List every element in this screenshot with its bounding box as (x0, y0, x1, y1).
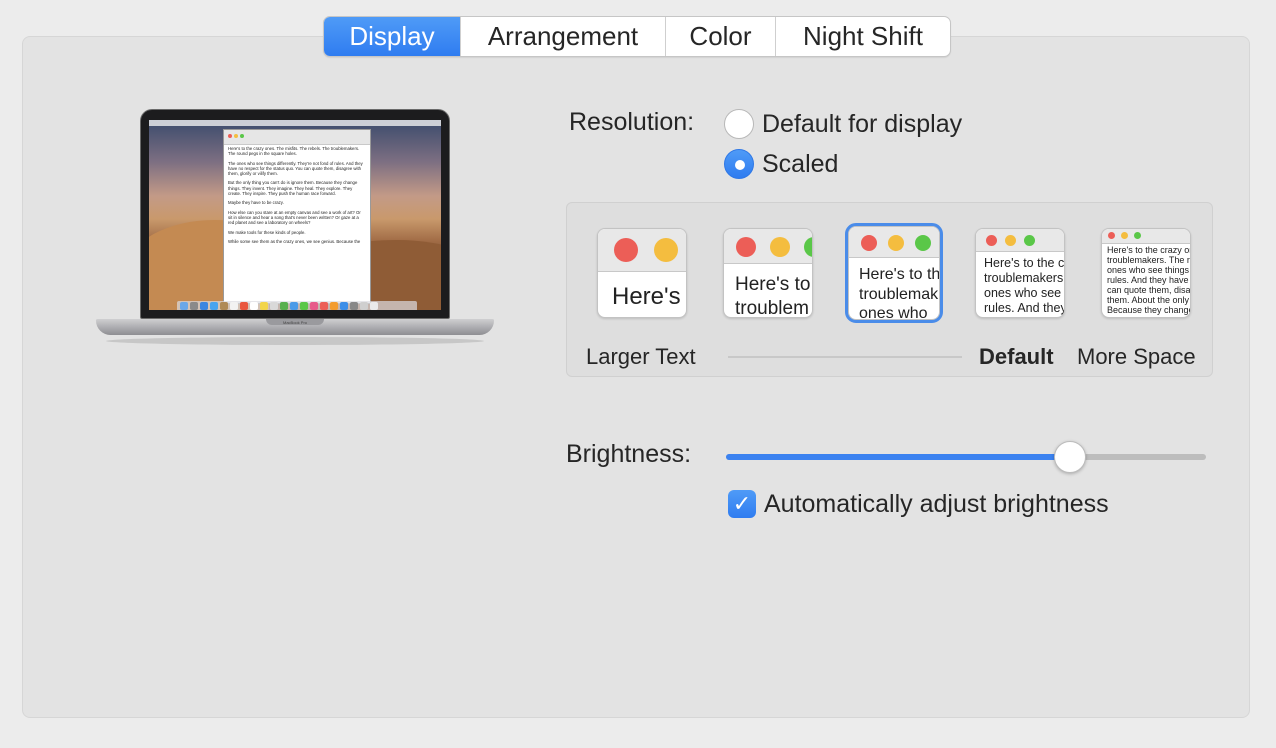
auto-brightness-label[interactable]: Automatically adjust brightness (764, 490, 1109, 519)
larger-text-label: Larger Text (586, 344, 696, 369)
doc-paragraph: We make tools for these kinds of people. (228, 229, 306, 235)
brightness-label: Brightness: (566, 440, 692, 468)
scaled-label[interactable]: Scaled (762, 150, 838, 179)
menu-bar (149, 120, 441, 126)
default-for-display-label[interactable]: Default for display (762, 110, 962, 139)
doc-paragraph: How else can you stare at an empty canva… (228, 209, 361, 226)
tab-display[interactable]: Display (324, 17, 461, 56)
default-label: Default (979, 344, 1054, 369)
resolution-label: Resolution: (569, 108, 695, 136)
radio-default-for-display[interactable] (724, 109, 754, 139)
brightness-slider-track[interactable] (726, 454, 1206, 460)
dock (177, 301, 417, 310)
thumbnail-text: Here's to the crazy ones troublemakers. … (1107, 245, 1191, 315)
more-space-label: More Space (1077, 344, 1196, 369)
doc-paragraph: While some see them as the crazy ones, w… (228, 238, 361, 244)
tab-night-shift[interactable]: Night Shift (776, 17, 950, 56)
doc-paragraph: Maybe they have to be crazy. (228, 200, 284, 206)
thumbnail-text: Here's to troublem (735, 274, 811, 318)
thumbnail-text: Here's to th troublemak ones who (859, 266, 940, 320)
doc-paragraph: But the only thing you can't do is ignor… (228, 180, 358, 197)
doc-paragraph: The ones who see things differently. The… (228, 160, 363, 177)
scale-option-default[interactable]: Here's to th troublemak ones who (845, 223, 943, 323)
brightness-slider-knob[interactable] (1053, 441, 1086, 473)
scale-option-4[interactable]: Here's to the cr troublemakers. ones who… (975, 228, 1065, 318)
laptop-lid: Here's to the crazy ones. The misfits. T… (140, 109, 450, 319)
brightness-slider-fill (726, 454, 1070, 460)
scale-option-larger-text[interactable]: Here's (597, 228, 687, 318)
display-preview-laptop: Here's to the crazy ones. The misfits. T… (96, 109, 494, 345)
thumbnail-text: Here's to the cr troublemakers. ones who… (984, 256, 1065, 315)
doc-paragraph: Here's to the crazy ones. The misfits. T… (228, 146, 360, 157)
text-document-window: Here's to the crazy ones. The misfits. T… (223, 129, 371, 304)
scale-option-more-space[interactable]: Here's to the crazy ones troublemakers. … (1101, 228, 1191, 318)
scale-option-2[interactable]: Here's to troublem (723, 228, 813, 318)
thumbnail-text: Here's (612, 283, 681, 310)
laptop-model-label: MacBook Pro (282, 320, 307, 325)
tab-color[interactable]: Color (666, 17, 776, 56)
auto-brightness-checkbox[interactable]: ✓ (728, 490, 756, 518)
radio-scaled[interactable] (724, 149, 754, 179)
tab-arrangement[interactable]: Arrangement (461, 17, 666, 56)
scale-divider (728, 356, 962, 358)
laptop-base: MacBook Pro (96, 319, 494, 335)
tab-bar: Display Arrangement Color Night Shift (323, 16, 951, 57)
laptop-screen: Here's to the crazy ones. The misfits. T… (149, 120, 441, 310)
